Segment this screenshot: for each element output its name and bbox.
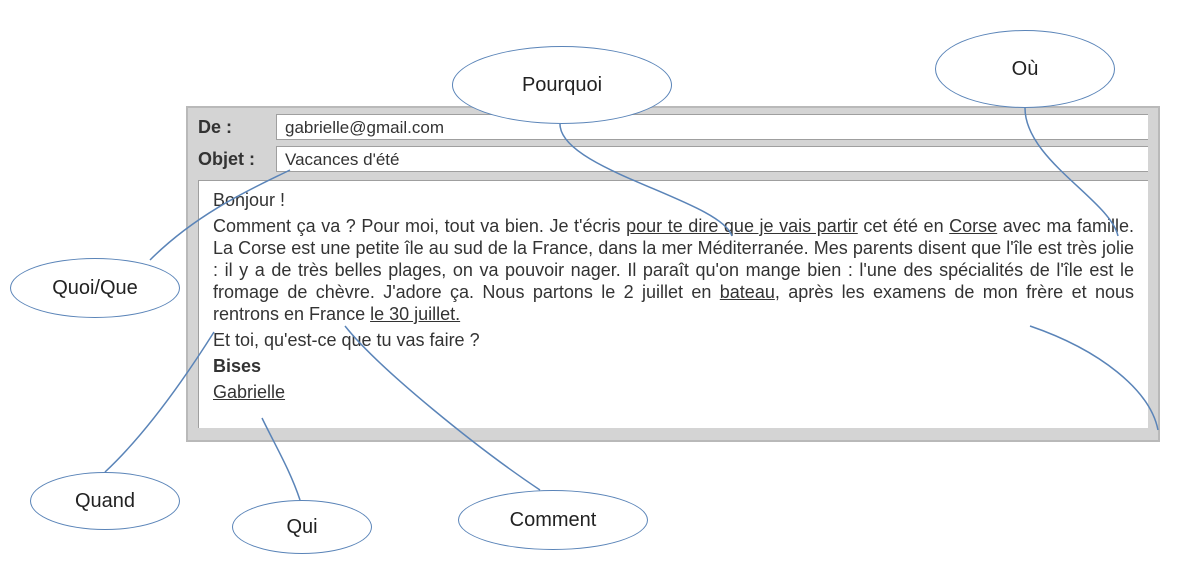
signature: Gabrielle xyxy=(213,381,1134,403)
subject-field: Vacances d'été xyxy=(276,146,1148,172)
subject-label: Objet : xyxy=(198,149,276,170)
underline-pourquoi: pour te dire que je vais partir xyxy=(626,216,858,236)
underline-comment: bateau xyxy=(720,282,775,302)
from-field: gabrielle@gmail.com xyxy=(276,114,1148,140)
question-line: Et toi, qu'est-ce que tu vas faire ? xyxy=(213,329,1134,351)
callout-quand: Quand xyxy=(30,472,180,530)
callout-quoi: Quoi/Que xyxy=(10,258,180,318)
callout-ou: Où xyxy=(935,30,1115,108)
underline-ou: Corse xyxy=(949,216,997,236)
callout-comment: Comment xyxy=(458,490,648,550)
body-text: cet été en xyxy=(858,216,949,236)
body-text: Comment ça va ? Pour moi, tout va bien. … xyxy=(213,216,626,236)
subject-row: Objet : Vacances d'été xyxy=(188,140,1158,172)
main-paragraph: Comment ça va ? Pour moi, tout va bien. … xyxy=(213,215,1134,325)
from-label: De : xyxy=(198,117,276,138)
underline-quand: le 30 juillet. xyxy=(370,304,460,324)
callout-pourquoi: Pourquoi xyxy=(452,46,672,124)
from-row: De : gabrielle@gmail.com xyxy=(188,108,1158,140)
closing: Bises xyxy=(213,355,1134,377)
diagram-stage: De : gabrielle@gmail.com Objet : Vacance… xyxy=(0,0,1192,569)
callout-qui: Qui xyxy=(232,500,372,554)
email-body: Bonjour ! Comment ça va ? Pour moi, tout… xyxy=(198,180,1148,428)
greeting: Bonjour ! xyxy=(213,189,1134,211)
email-panel: De : gabrielle@gmail.com Objet : Vacance… xyxy=(186,106,1160,442)
underline-qui: Gabrielle xyxy=(213,382,285,402)
